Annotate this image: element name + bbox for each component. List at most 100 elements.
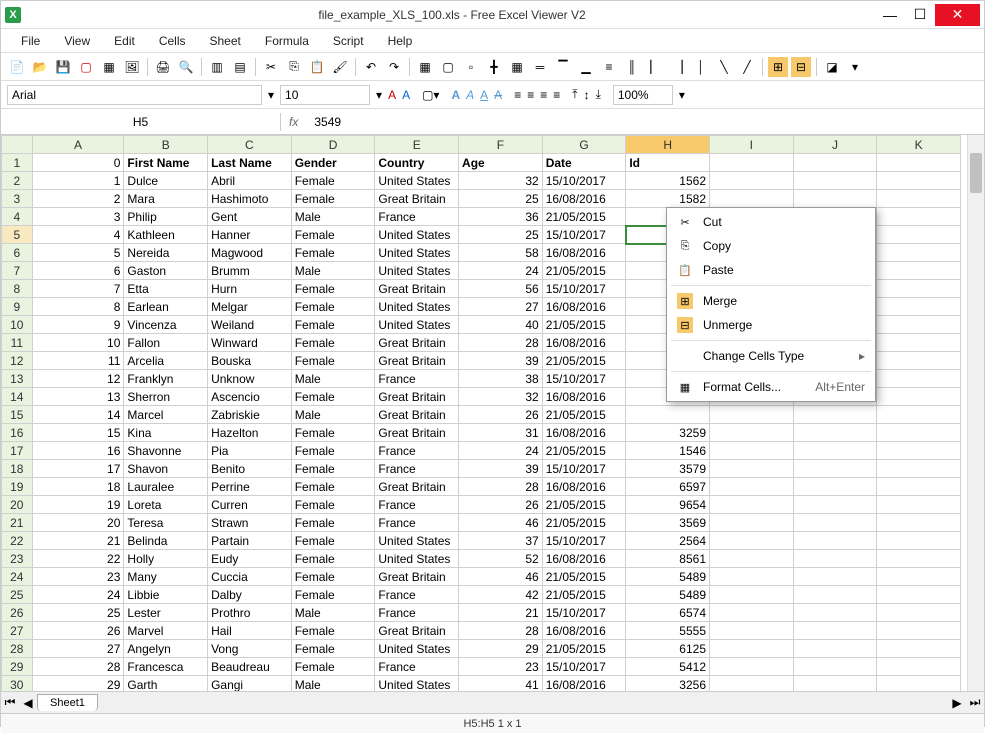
cell[interactable]: 28 bbox=[32, 658, 124, 676]
cell[interactable]: 32 bbox=[459, 388, 543, 406]
cell[interactable]: Great Britain bbox=[375, 622, 459, 640]
cell[interactable]: 46 bbox=[459, 514, 543, 532]
bold-icon[interactable]: A bbox=[451, 88, 460, 102]
row-header-23[interactable]: 23 bbox=[2, 550, 33, 568]
minimize-button[interactable]: — bbox=[875, 4, 905, 26]
border-left-icon[interactable]: ▏ bbox=[645, 57, 665, 77]
cell[interactable]: Male bbox=[291, 262, 375, 280]
cell[interactable]: 24 bbox=[459, 262, 543, 280]
row-header-11[interactable]: 11 bbox=[2, 334, 33, 352]
cell[interactable]: 5489 bbox=[626, 568, 710, 586]
zoom-combo[interactable] bbox=[613, 85, 673, 105]
row-header-3[interactable]: 3 bbox=[2, 190, 33, 208]
cell[interactable] bbox=[877, 424, 961, 442]
cell[interactable] bbox=[877, 604, 961, 622]
sheet-tab[interactable]: Sheet1 bbox=[37, 694, 98, 711]
cell[interactable]: Country bbox=[375, 154, 459, 172]
cell[interactable]: 16/08/2016 bbox=[542, 298, 626, 316]
row-header-5[interactable]: 5 bbox=[2, 226, 33, 244]
cell[interactable]: 21/05/2015 bbox=[542, 568, 626, 586]
cell[interactable] bbox=[877, 370, 961, 388]
cell[interactable] bbox=[877, 496, 961, 514]
cell[interactable]: Hanner bbox=[208, 226, 292, 244]
menu-view[interactable]: View bbox=[54, 32, 100, 50]
cell[interactable]: 16/08/2016 bbox=[542, 622, 626, 640]
cell[interactable]: Partain bbox=[208, 532, 292, 550]
cell[interactable]: 46 bbox=[459, 568, 543, 586]
cell[interactable]: 16/08/2016 bbox=[542, 424, 626, 442]
cell[interactable] bbox=[710, 460, 794, 478]
cell[interactable]: Great Britain bbox=[375, 280, 459, 298]
cell[interactable]: Great Britain bbox=[375, 478, 459, 496]
cell[interactable]: Gender bbox=[291, 154, 375, 172]
ctx-change-type[interactable]: Change Cells Type ▸ bbox=[667, 344, 875, 368]
cell[interactable] bbox=[877, 316, 961, 334]
italic-icon[interactable]: A bbox=[466, 88, 474, 102]
cell[interactable] bbox=[877, 244, 961, 262]
cell[interactable] bbox=[710, 568, 794, 586]
cell[interactable]: 28 bbox=[459, 622, 543, 640]
row-header-26[interactable]: 26 bbox=[2, 604, 33, 622]
row-header-21[interactable]: 21 bbox=[2, 514, 33, 532]
ctx-cut[interactable]: ✂ Cut bbox=[667, 210, 875, 234]
cell[interactable]: 2 bbox=[32, 190, 124, 208]
ctx-copy[interactable]: ⎘ Copy bbox=[667, 234, 875, 258]
cell[interactable]: Cuccia bbox=[208, 568, 292, 586]
cell[interactable] bbox=[793, 478, 877, 496]
cell[interactable]: 39 bbox=[459, 460, 543, 478]
cell[interactable] bbox=[793, 568, 877, 586]
cell[interactable]: France bbox=[375, 496, 459, 514]
column-header-I[interactable]: I bbox=[710, 136, 794, 154]
cell[interactable]: 38 bbox=[459, 370, 543, 388]
cell[interactable] bbox=[793, 424, 877, 442]
cell[interactable] bbox=[877, 190, 961, 208]
cell[interactable]: Great Britain bbox=[375, 568, 459, 586]
cell[interactable]: Beaudreau bbox=[208, 658, 292, 676]
font-color-icon[interactable]: A bbox=[388, 88, 396, 102]
cell[interactable]: 32 bbox=[459, 172, 543, 190]
export-icon[interactable]: ▦ bbox=[99, 57, 119, 77]
cell[interactable] bbox=[793, 640, 877, 658]
cell[interactable] bbox=[793, 172, 877, 190]
new-icon[interactable]: 📄 bbox=[7, 57, 27, 77]
cell[interactable]: France bbox=[375, 442, 459, 460]
cell[interactable]: 15/10/2017 bbox=[542, 532, 626, 550]
cell[interactable]: 1 bbox=[32, 172, 124, 190]
cell[interactable]: France bbox=[375, 658, 459, 676]
cell[interactable] bbox=[793, 622, 877, 640]
dropdown-icon[interactable]: ▾ bbox=[268, 88, 274, 102]
cell[interactable]: Female bbox=[291, 622, 375, 640]
cell[interactable]: 21/05/2015 bbox=[542, 352, 626, 370]
strike-icon[interactable]: A bbox=[494, 88, 502, 102]
cell[interactable]: Shavonne bbox=[124, 442, 208, 460]
column-header-F[interactable]: F bbox=[459, 136, 543, 154]
cell[interactable]: Great Britain bbox=[375, 352, 459, 370]
cell[interactable]: Female bbox=[291, 352, 375, 370]
cell[interactable]: 5489 bbox=[626, 586, 710, 604]
valign-middle-icon[interactable]: ↕ bbox=[584, 88, 590, 102]
cell[interactable]: 5555 bbox=[626, 622, 710, 640]
cell[interactable]: Female bbox=[291, 334, 375, 352]
cell[interactable] bbox=[793, 406, 877, 424]
border-bottom-icon[interactable]: ▁ bbox=[576, 57, 596, 77]
cell[interactable]: 11 bbox=[32, 352, 124, 370]
row-header-12[interactable]: 12 bbox=[2, 352, 33, 370]
cell[interactable]: Bouska bbox=[208, 352, 292, 370]
sheet-next-icon[interactable]: ▤ bbox=[230, 57, 250, 77]
redo-icon[interactable]: ↷ bbox=[384, 57, 404, 77]
cell[interactable]: United States bbox=[375, 226, 459, 244]
align-justify-icon[interactable]: ≡ bbox=[553, 88, 560, 102]
cell[interactable]: 7 bbox=[32, 280, 124, 298]
cell[interactable]: United States bbox=[375, 316, 459, 334]
select-all-corner[interactable] bbox=[2, 136, 33, 154]
cell[interactable]: 28 bbox=[459, 334, 543, 352]
cell[interactable]: 24 bbox=[459, 442, 543, 460]
ctx-format-cells[interactable]: ▦ Format Cells... Alt+Enter bbox=[667, 375, 875, 399]
cell[interactable]: Lester bbox=[124, 604, 208, 622]
menu-edit[interactable]: Edit bbox=[104, 32, 145, 50]
cell[interactable] bbox=[877, 514, 961, 532]
cell[interactable]: Etta bbox=[124, 280, 208, 298]
cell[interactable]: Female bbox=[291, 388, 375, 406]
cell[interactable]: 15/10/2017 bbox=[542, 172, 626, 190]
cell[interactable]: France bbox=[375, 604, 459, 622]
